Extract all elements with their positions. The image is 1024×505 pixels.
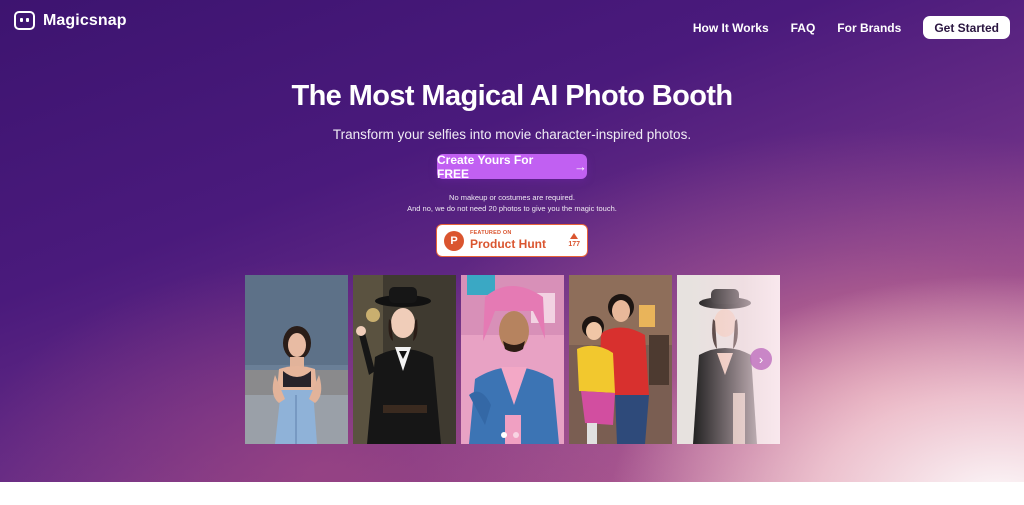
carousel-next-button[interactable]: › bbox=[750, 348, 772, 370]
carousel-pagination bbox=[501, 432, 519, 438]
brand-logo[interactable]: Magicsnap bbox=[14, 11, 127, 30]
arrow-right-icon: → bbox=[574, 159, 587, 174]
hero-note-line-1: No makeup or costumes are required. bbox=[449, 193, 575, 202]
woman-black-hat-photo[interactable] bbox=[353, 275, 456, 444]
create-free-label: Create Yours For FREE bbox=[437, 152, 534, 181]
product-hunt-badge[interactable]: P FEATURED ON Product Hunt 177 bbox=[436, 224, 588, 257]
page-background bbox=[0, 482, 1024, 505]
product-hunt-featured: FEATURED ON bbox=[470, 229, 512, 236]
product-hunt-icon: P bbox=[444, 230, 464, 251]
carousel-dot[interactable] bbox=[501, 432, 507, 438]
brand-name: Magicsnap bbox=[43, 11, 127, 29]
product-hunt-votes: 177 bbox=[568, 233, 580, 248]
chevron-right-icon: › bbox=[758, 351, 764, 367]
top-nav: How It Works FAQ For Brands Get Started bbox=[693, 16, 1010, 39]
nav-for-brands[interactable]: For Brands bbox=[837, 21, 901, 35]
hero-note-line-2: And no, we do not need 20 photos to give… bbox=[407, 204, 617, 213]
product-hunt-vote-count: 177 bbox=[568, 241, 580, 248]
man-pink-hair-photo[interactable] bbox=[461, 275, 564, 444]
woman-denim-photo[interactable] bbox=[245, 275, 348, 444]
animated-couple-photo[interactable] bbox=[569, 275, 672, 444]
nav-how-it-works[interactable]: How It Works bbox=[693, 21, 769, 35]
product-hunt-name: Product Hunt bbox=[470, 237, 546, 252]
nav-faq[interactable]: FAQ bbox=[791, 21, 816, 35]
page-title: The Most Magical AI Photo Booth bbox=[291, 80, 733, 112]
product-hunt-text: FEATURED ON Product Hunt bbox=[470, 229, 546, 252]
create-free-button[interactable]: Create Yours For FREE → bbox=[437, 152, 587, 181]
upvote-triangle-icon bbox=[570, 233, 579, 239]
get-started-button[interactable]: Get Started bbox=[923, 16, 1010, 39]
carousel-dot[interactable] bbox=[513, 432, 519, 438]
magicsnap-logo-icon bbox=[14, 11, 35, 30]
hero-subtitle: Transform your selfies into movie charac… bbox=[332, 127, 692, 142]
